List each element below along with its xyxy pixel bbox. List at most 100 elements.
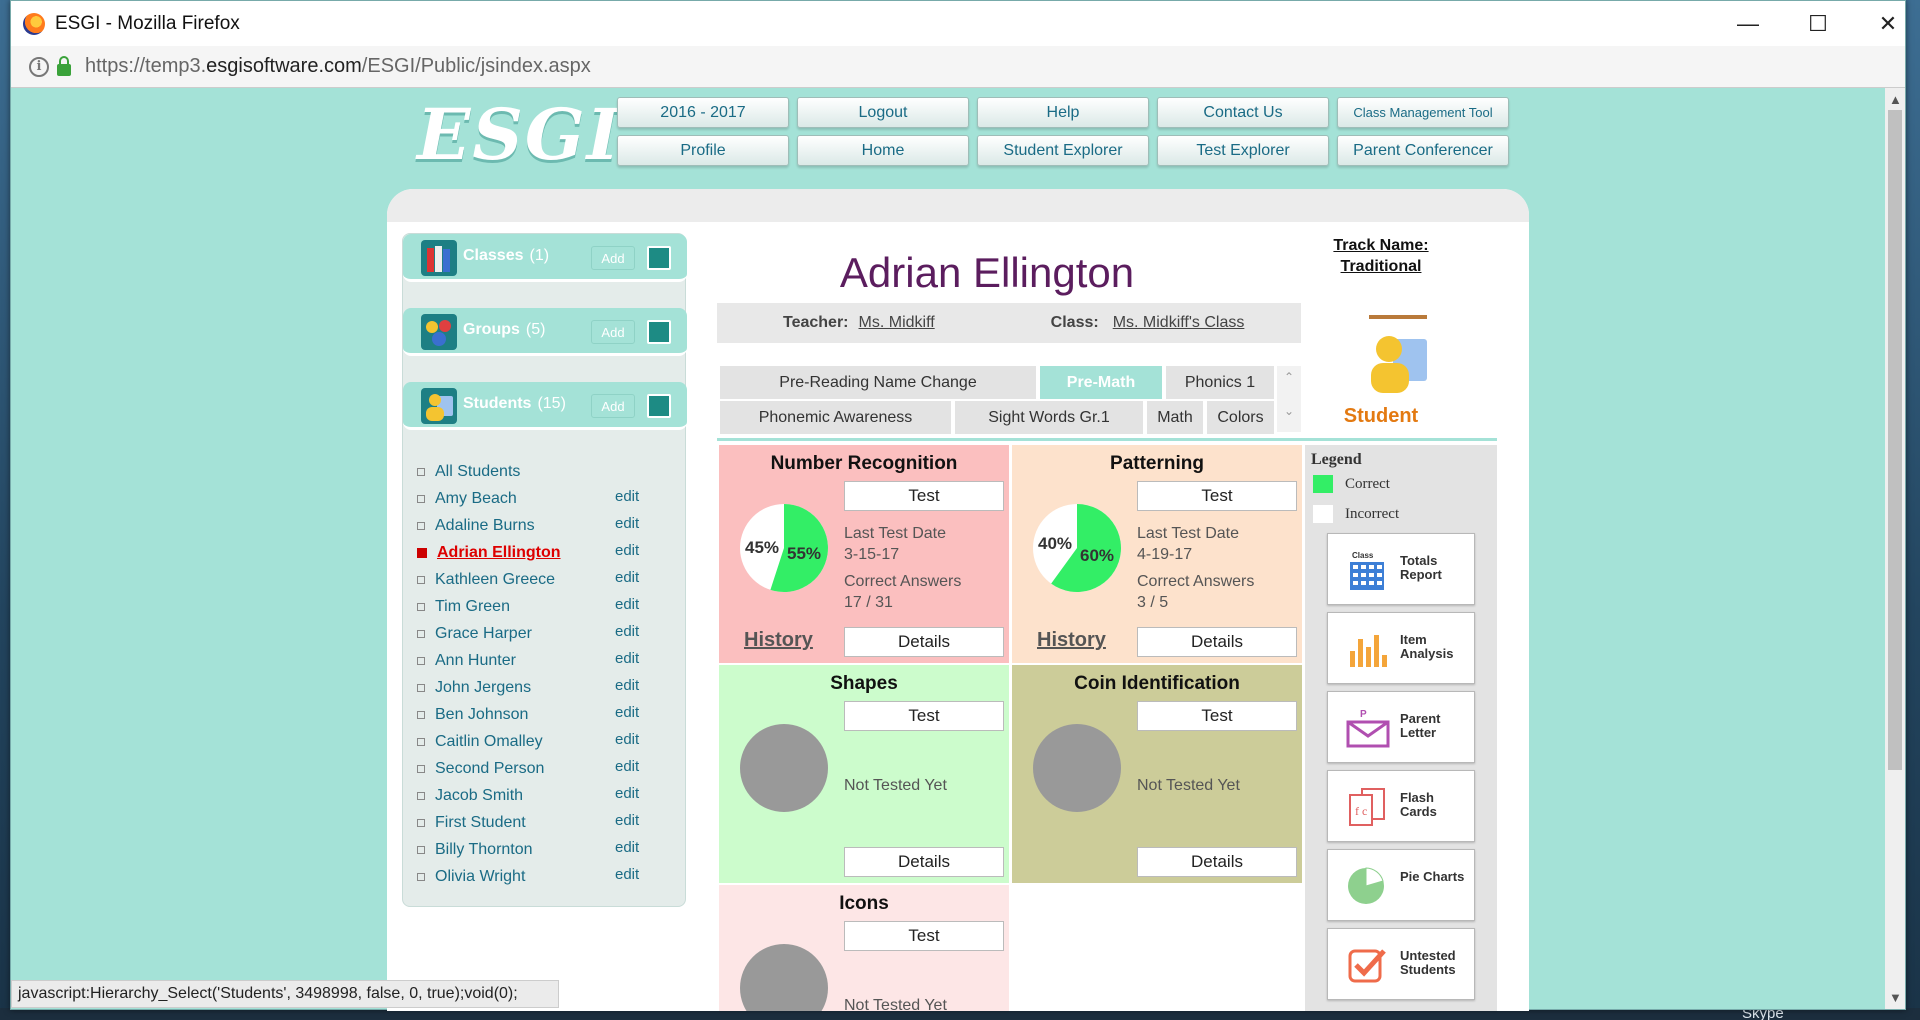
esgi-logo[interactable]: ESGI bbox=[417, 93, 621, 176]
tab-math[interactable]: Math bbox=[1147, 401, 1203, 434]
teacher-link[interactable]: Ms. Midkiff bbox=[859, 314, 935, 332]
edit-student-link[interactable]: edit bbox=[615, 569, 639, 586]
student-list-item[interactable]: Tim Green edit bbox=[415, 593, 677, 620]
edit-student-link[interactable]: edit bbox=[615, 704, 639, 721]
edit-student-link[interactable]: edit bbox=[615, 758, 639, 775]
student-name-link[interactable]: Second Person bbox=[435, 760, 544, 778]
student-name-link[interactable]: Olivia Wright bbox=[435, 868, 525, 886]
edit-student-link[interactable]: edit bbox=[615, 542, 639, 559]
year-button[interactable]: 2016 - 2017 bbox=[617, 97, 789, 128]
class-link[interactable]: Ms. Midkiff's Class bbox=[1113, 314, 1245, 332]
details-button[interactable]: Details bbox=[844, 627, 1004, 657]
student-list-item[interactable]: Olivia Wright edit bbox=[415, 863, 677, 890]
help-button[interactable]: Help bbox=[977, 97, 1149, 128]
student-list-item[interactable]: Billy Thornton edit bbox=[415, 836, 677, 863]
test-button[interactable]: Test bbox=[1137, 701, 1297, 731]
minimize-button[interactable]: — bbox=[1713, 1, 1783, 46]
classes-header[interactable]: Classes (1) Add bbox=[403, 234, 687, 282]
student-list-item[interactable]: Amy Beach edit bbox=[415, 485, 677, 512]
edit-student-link[interactable]: edit bbox=[615, 596, 639, 613]
page-scrollbar[interactable]: ▲ ▼ bbox=[1885, 88, 1905, 1009]
logout-button[interactable]: Logout bbox=[797, 97, 969, 128]
edit-student-link[interactable]: edit bbox=[615, 812, 639, 829]
test-button[interactable]: Test bbox=[1137, 481, 1297, 511]
student-name-link[interactable]: Tim Green bbox=[435, 598, 510, 616]
student-list-item[interactable]: Ben Johnson edit bbox=[415, 701, 677, 728]
student-list-item[interactable]: Caitlin Omalley edit bbox=[415, 728, 677, 755]
add-group-button[interactable]: Add bbox=[591, 320, 635, 344]
test-button[interactable]: Test bbox=[844, 701, 1004, 731]
student-name-link[interactable]: Amy Beach bbox=[435, 490, 517, 508]
score-pie-chart[interactable]: 45% 55% bbox=[739, 503, 829, 593]
collapse-students-icon[interactable] bbox=[647, 394, 671, 418]
student-name-link[interactable]: Billy Thornton bbox=[435, 841, 533, 859]
scroll-thumb[interactable] bbox=[1888, 110, 1902, 770]
edit-student-link[interactable]: edit bbox=[615, 839, 639, 856]
info-icon[interactable]: i bbox=[29, 56, 49, 77]
tab-pre-reading-name-change[interactable]: Pre-Reading Name Change bbox=[720, 366, 1036, 399]
contact-us-button[interactable]: Contact Us bbox=[1157, 97, 1329, 128]
groups-title[interactable]: Groups (5) bbox=[463, 321, 545, 339]
student-list-item[interactable]: Adaline Burns edit bbox=[415, 512, 677, 539]
tab-pre-math[interactable]: Pre-Math bbox=[1040, 366, 1162, 399]
edit-student-link[interactable]: edit bbox=[615, 488, 639, 505]
details-button[interactable]: Details bbox=[1137, 627, 1297, 657]
expand-groups-icon[interactable] bbox=[647, 320, 671, 344]
url-text[interactable]: https://temp3.esgisoftware.com/ESGI/Publ… bbox=[85, 55, 591, 78]
profile-button[interactable]: Profile bbox=[617, 135, 789, 166]
edit-student-link[interactable]: edit bbox=[615, 650, 639, 667]
edit-student-link[interactable]: edit bbox=[615, 677, 639, 694]
class-management-tool-button[interactable]: Class Management Tool bbox=[1337, 97, 1509, 128]
scroll-down-arrow-icon[interactable]: ▼ bbox=[1889, 990, 1902, 1005]
student-list-item[interactable]: Kathleen Greece edit bbox=[415, 566, 677, 593]
score-pie-chart[interactable]: 40% 60% bbox=[1032, 503, 1122, 593]
edit-student-link[interactable]: edit bbox=[615, 866, 639, 883]
student-name-link[interactable]: Jacob Smith bbox=[435, 787, 523, 805]
home-button[interactable]: Home bbox=[797, 135, 969, 166]
student-name-link[interactable]: First Student bbox=[435, 814, 526, 832]
student-name-link[interactable]: Kathleen Greece bbox=[435, 571, 555, 589]
student-list-item[interactable]: Grace Harper edit bbox=[415, 620, 677, 647]
students-header[interactable]: Students (15) Add bbox=[403, 382, 687, 430]
student-name-link[interactable]: Caitlin Omalley bbox=[435, 733, 543, 751]
chevron-down-icon[interactable]: ⌄ bbox=[1277, 404, 1301, 418]
untested-students-button[interactable]: Untested Students bbox=[1327, 928, 1475, 1000]
close-button[interactable]: ✕ bbox=[1853, 1, 1920, 46]
chevron-up-icon[interactable]: ⌃ bbox=[1277, 370, 1301, 384]
student-list-item[interactable]: Adrian Ellington edit bbox=[415, 539, 677, 566]
tab-phonics-1[interactable]: Phonics 1 bbox=[1166, 366, 1274, 399]
student-name-link[interactable]: John Jergens bbox=[435, 679, 531, 697]
student-list-item[interactable]: First Student edit bbox=[415, 809, 677, 836]
student-name-link[interactable]: Ben Johnson bbox=[435, 706, 528, 724]
student-explorer-button[interactable]: Student Explorer bbox=[977, 135, 1149, 166]
scroll-up-arrow-icon[interactable]: ▲ bbox=[1889, 92, 1902, 107]
all-students-link[interactable]: All Students bbox=[435, 463, 520, 481]
tab-scroll-control[interactable]: ⌃ ⌄ bbox=[1277, 366, 1301, 432]
student-name-link[interactable]: Grace Harper bbox=[435, 625, 532, 643]
classes-title[interactable]: Classes (1) bbox=[463, 247, 549, 265]
add-student-button[interactable]: Add bbox=[591, 394, 635, 418]
test-button[interactable]: Test bbox=[844, 921, 1004, 951]
flash-cards-button[interactable]: f c Flash Cards bbox=[1327, 770, 1475, 842]
edit-student-link[interactable]: edit bbox=[615, 623, 639, 640]
edit-student-link[interactable]: edit bbox=[615, 785, 639, 802]
tab-sight-words-gr1[interactable]: Sight Words Gr.1 bbox=[955, 401, 1143, 434]
expand-classes-icon[interactable] bbox=[647, 246, 671, 270]
student-list-item[interactable]: John Jergens edit bbox=[415, 674, 677, 701]
tab-colors[interactable]: Colors bbox=[1207, 401, 1274, 434]
parent-conferencer-button[interactable]: Parent Conferencer bbox=[1337, 135, 1509, 166]
student-name-link[interactable]: Adaline Burns bbox=[435, 517, 535, 535]
pie-charts-button[interactable]: Pie Charts bbox=[1327, 849, 1475, 921]
edit-student-link[interactable]: edit bbox=[615, 731, 639, 748]
test-explorer-button[interactable]: Test Explorer bbox=[1157, 135, 1329, 166]
history-link[interactable]: History bbox=[1037, 629, 1106, 652]
students-title[interactable]: Students (15) bbox=[463, 395, 566, 413]
student-list-item[interactable]: Second Person edit bbox=[415, 755, 677, 782]
add-class-button[interactable]: Add bbox=[591, 246, 635, 270]
history-link[interactable]: History bbox=[744, 629, 813, 652]
item-analysis-button[interactable]: Item Analysis bbox=[1327, 612, 1475, 684]
groups-header[interactable]: Groups (5) Add bbox=[403, 308, 687, 356]
totals-report-button[interactable]: Class Totals Report bbox=[1327, 533, 1475, 605]
address-bar[interactable]: i https://temp3.esgisoftware.com/ESGI/Pu… bbox=[11, 46, 1905, 88]
test-button[interactable]: Test bbox=[844, 481, 1004, 511]
